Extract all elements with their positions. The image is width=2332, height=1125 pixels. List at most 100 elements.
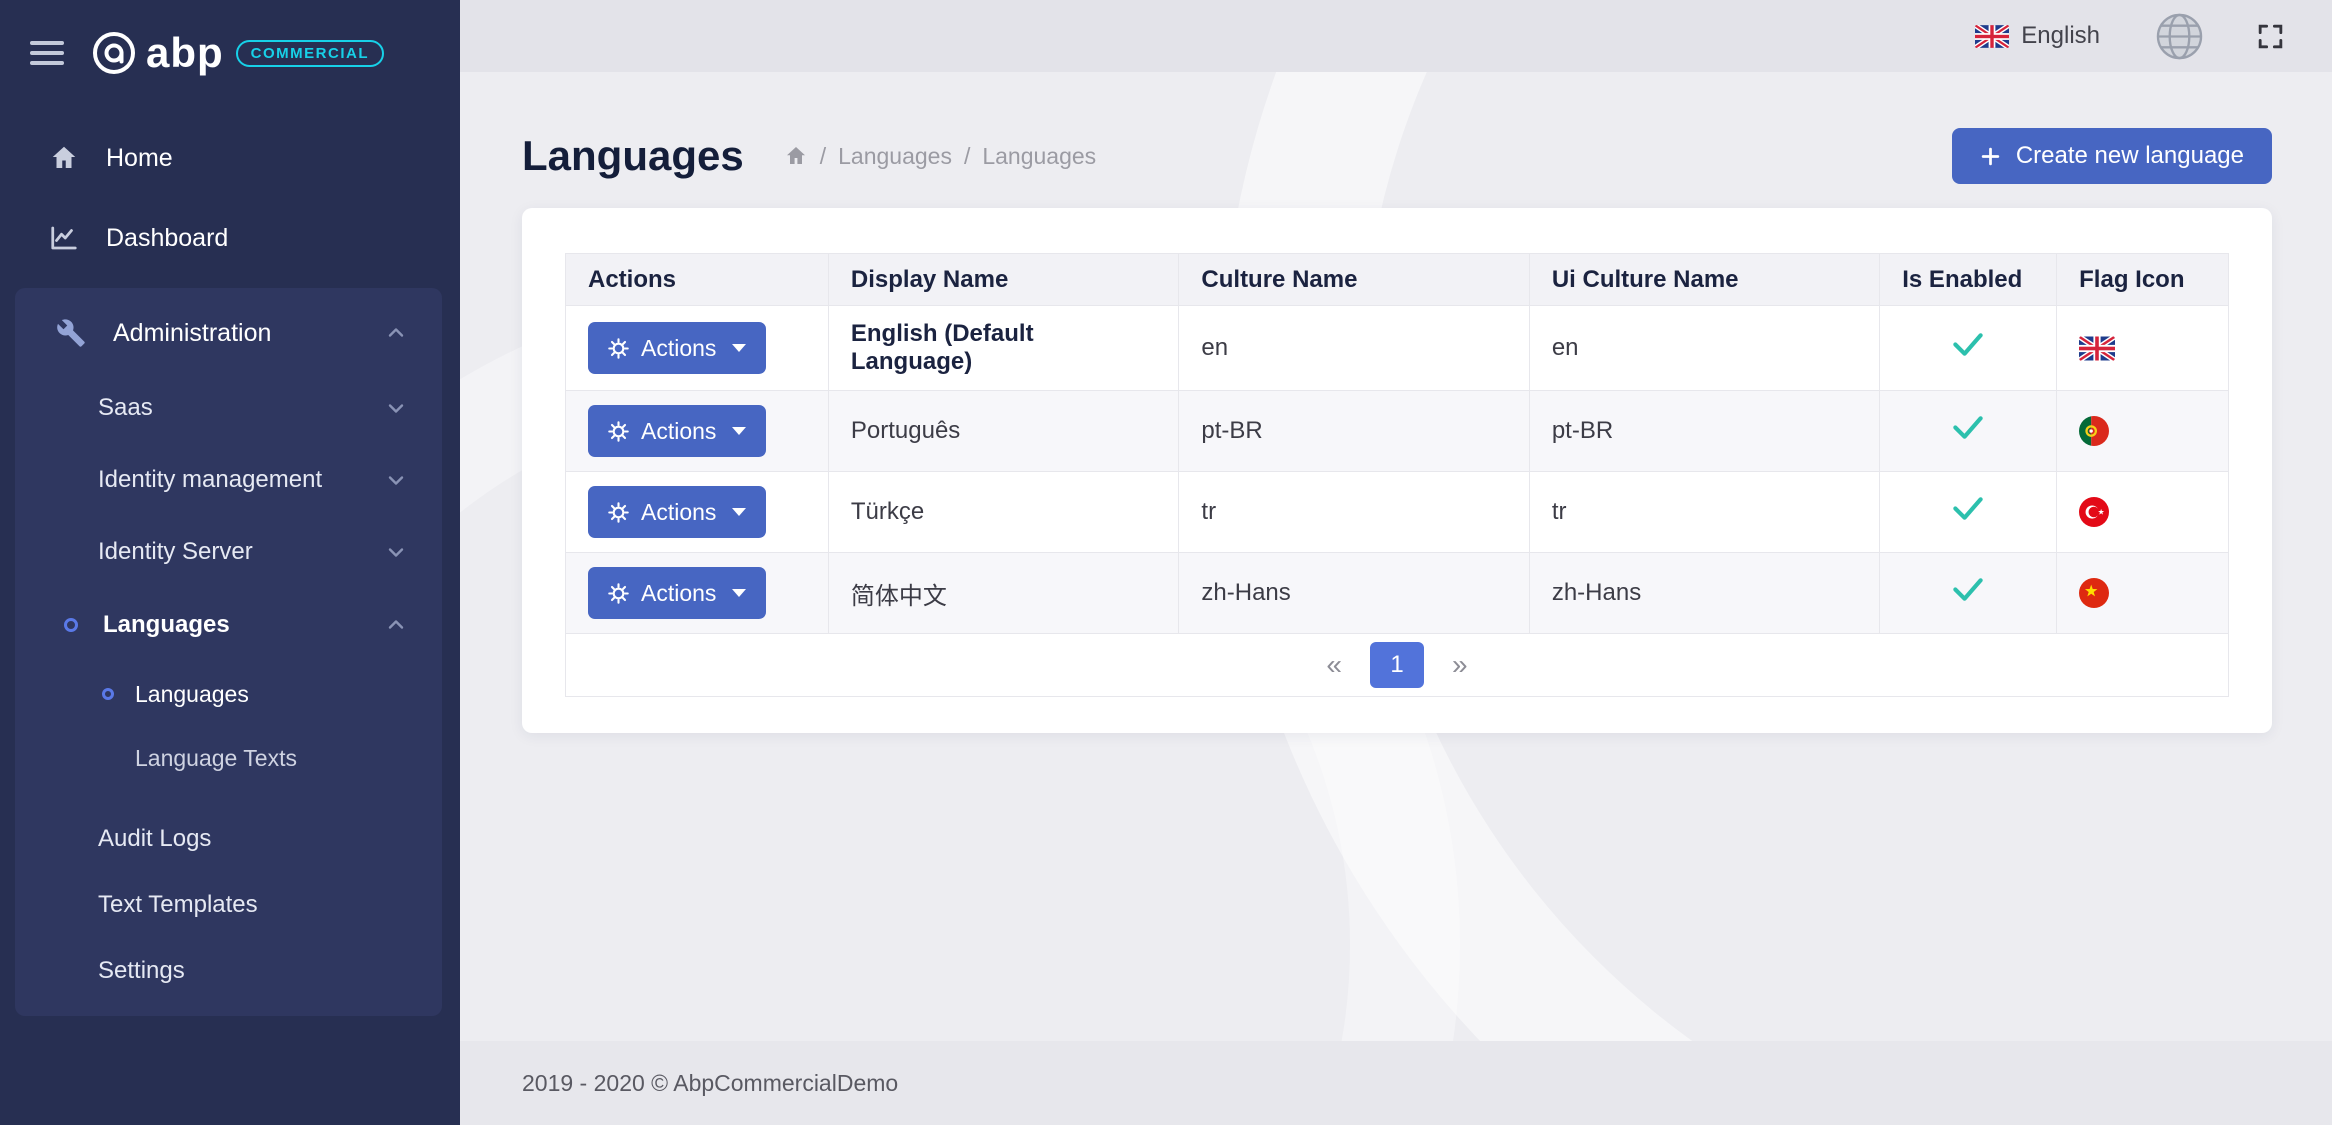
breadcrumb-separator: /: [964, 143, 970, 170]
row-actions-label: Actions: [641, 418, 716, 445]
cell-is-enabled: [1880, 391, 2057, 472]
user-avatar[interactable]: [2156, 13, 2203, 60]
sidebar-item-audit-logs[interactable]: Audit Logs: [15, 806, 442, 872]
ring-dot-icon: [101, 687, 115, 701]
gear-icon: [608, 421, 629, 442]
sidebar-item-dashboard[interactable]: Dashboard: [0, 198, 460, 278]
menu-toggle-icon[interactable]: [30, 35, 70, 71]
sidebar-item-language-texts[interactable]: Language Texts: [15, 726, 442, 790]
pagination-page-1-button[interactable]: 1: [1370, 642, 1424, 688]
language-switcher[interactable]: English: [1975, 22, 2100, 50]
sidebar-item-label: Home: [106, 144, 173, 173]
sidebar-nav: Home Dashboard Administrati: [0, 118, 460, 1016]
fullscreen-icon[interactable]: [2255, 21, 2286, 52]
gear-icon: [608, 502, 629, 523]
breadcrumb-link-languages[interactable]: Languages: [838, 143, 952, 170]
column-header-flag-icon: Flag Icon: [2057, 254, 2229, 306]
sidebar-item-label: Languages: [103, 611, 230, 639]
table-row: Actions English (Default Language) en en: [566, 306, 2229, 391]
sidebar-item-saas[interactable]: Saas: [15, 372, 442, 444]
table-header-row: Actions Display Name Culture Name Ui Cul…: [566, 254, 2229, 306]
cell-is-enabled: [1880, 306, 2057, 391]
row-actions-label: Actions: [641, 499, 716, 526]
cell-display-name: 简体中文: [828, 553, 1179, 634]
app-root: abp COMMERCIAL Home Dashboard: [0, 0, 2332, 1125]
table-row: Actions Türkçe tr tr: [566, 472, 2229, 553]
row-actions-button[interactable]: Actions: [588, 567, 766, 619]
cell-display-name: English (Default Language): [828, 306, 1179, 391]
topbar: English: [460, 0, 2332, 72]
gear-icon: [608, 583, 629, 604]
cell-culture-name: zh-Hans: [1179, 553, 1529, 634]
cell-actions: Actions: [566, 553, 829, 634]
cell-flag: [2057, 472, 2229, 553]
create-new-language-button[interactable]: Create new language: [1952, 128, 2272, 184]
row-actions-button[interactable]: Actions: [588, 322, 766, 374]
sidebar-item-home[interactable]: Home: [0, 118, 460, 198]
breadcrumb-separator: /: [820, 143, 826, 170]
cell-display-name: Português: [828, 391, 1179, 472]
column-header-display-name: Display Name: [828, 254, 1179, 306]
pagination-prev-button[interactable]: «: [1326, 649, 1342, 681]
abp-logo-mark: [92, 31, 136, 75]
pagination-next-button[interactable]: »: [1452, 649, 1468, 681]
column-header-actions: Actions: [566, 254, 829, 306]
sidebar-item-label: Settings: [98, 957, 185, 985]
pagination: « 1 »: [565, 634, 2229, 697]
check-icon: [1953, 578, 1983, 601]
breadcrumb-link-languages-2[interactable]: Languages: [982, 143, 1096, 170]
page-header: Languages / Languages / Languages Create…: [522, 128, 2272, 184]
chevron-down-icon: [386, 398, 406, 418]
cell-is-enabled: [1880, 472, 2057, 553]
sidebar-item-languages[interactable]: Languages: [15, 662, 442, 726]
column-header-is-enabled: Is Enabled: [1880, 254, 2057, 306]
portugal-flag-icon: [2079, 416, 2109, 446]
cell-ui-culture-name: tr: [1529, 472, 1879, 553]
sidebar-item-label: Identity Server: [98, 538, 253, 566]
cell-culture-name: en: [1179, 306, 1529, 391]
sidebar-item-label: Dashboard: [106, 224, 228, 253]
cell-actions: Actions: [566, 391, 829, 472]
sidebar-item-settings[interactable]: Settings: [15, 938, 442, 1004]
logo-text: abp: [146, 29, 224, 77]
column-header-culture-name: Culture Name: [1179, 254, 1529, 306]
sidebar-item-label: Audit Logs: [98, 825, 211, 853]
abp-logo: abp COMMERCIAL: [92, 29, 384, 77]
cell-flag: [2057, 553, 2229, 634]
caret-down-icon: [732, 427, 746, 435]
row-actions-button[interactable]: Actions: [588, 405, 766, 457]
sidebar: abp COMMERCIAL Home Dashboard: [0, 0, 460, 1125]
sidebar-item-administration[interactable]: Administration: [15, 294, 442, 372]
languages-card: Actions Display Name Culture Name Ui Cul…: [522, 208, 2272, 733]
sidebar-item-languages-group[interactable]: Languages: [15, 588, 442, 662]
check-icon: [1953, 497, 1983, 520]
cell-is-enabled: [1880, 553, 2057, 634]
page-title: Languages: [522, 132, 744, 180]
sidebar-item-identity-server[interactable]: Identity Server: [15, 516, 442, 588]
caret-down-icon: [732, 344, 746, 352]
uk-flag-icon: [2079, 336, 2115, 361]
chevron-down-icon: [386, 542, 406, 562]
cell-display-name: Türkçe: [828, 472, 1179, 553]
gear-icon: [608, 338, 629, 359]
row-actions-label: Actions: [641, 335, 716, 362]
cell-flag: [2057, 391, 2229, 472]
sidebar-item-identity-management[interactable]: Identity management: [15, 444, 442, 516]
chevron-up-icon: [386, 615, 406, 635]
create-button-label: Create new language: [2016, 142, 2244, 170]
cell-culture-name: tr: [1179, 472, 1529, 553]
administration-menu-panel: Administration Saas Identity management: [15, 288, 442, 1016]
breadcrumb-home-icon[interactable]: [784, 144, 808, 168]
table-row: Actions 简体中文 zh-Hans zh-Hans: [566, 553, 2229, 634]
sidebar-item-label: Administration: [113, 319, 271, 348]
main-content: Languages / Languages / Languages Create…: [460, 72, 2332, 1125]
row-actions-label: Actions: [641, 580, 716, 607]
caret-down-icon: [732, 589, 746, 597]
languages-table: Actions Display Name Culture Name Ui Cul…: [565, 253, 2229, 634]
row-actions-button[interactable]: Actions: [588, 486, 766, 538]
sidebar-item-text-templates[interactable]: Text Templates: [15, 872, 442, 938]
footer: 2019 - 2020 © AbpCommercialDemo: [460, 1041, 2332, 1125]
cell-ui-culture-name: en: [1529, 306, 1879, 391]
cell-ui-culture-name: zh-Hans: [1529, 553, 1879, 634]
cell-actions: Actions: [566, 472, 829, 553]
